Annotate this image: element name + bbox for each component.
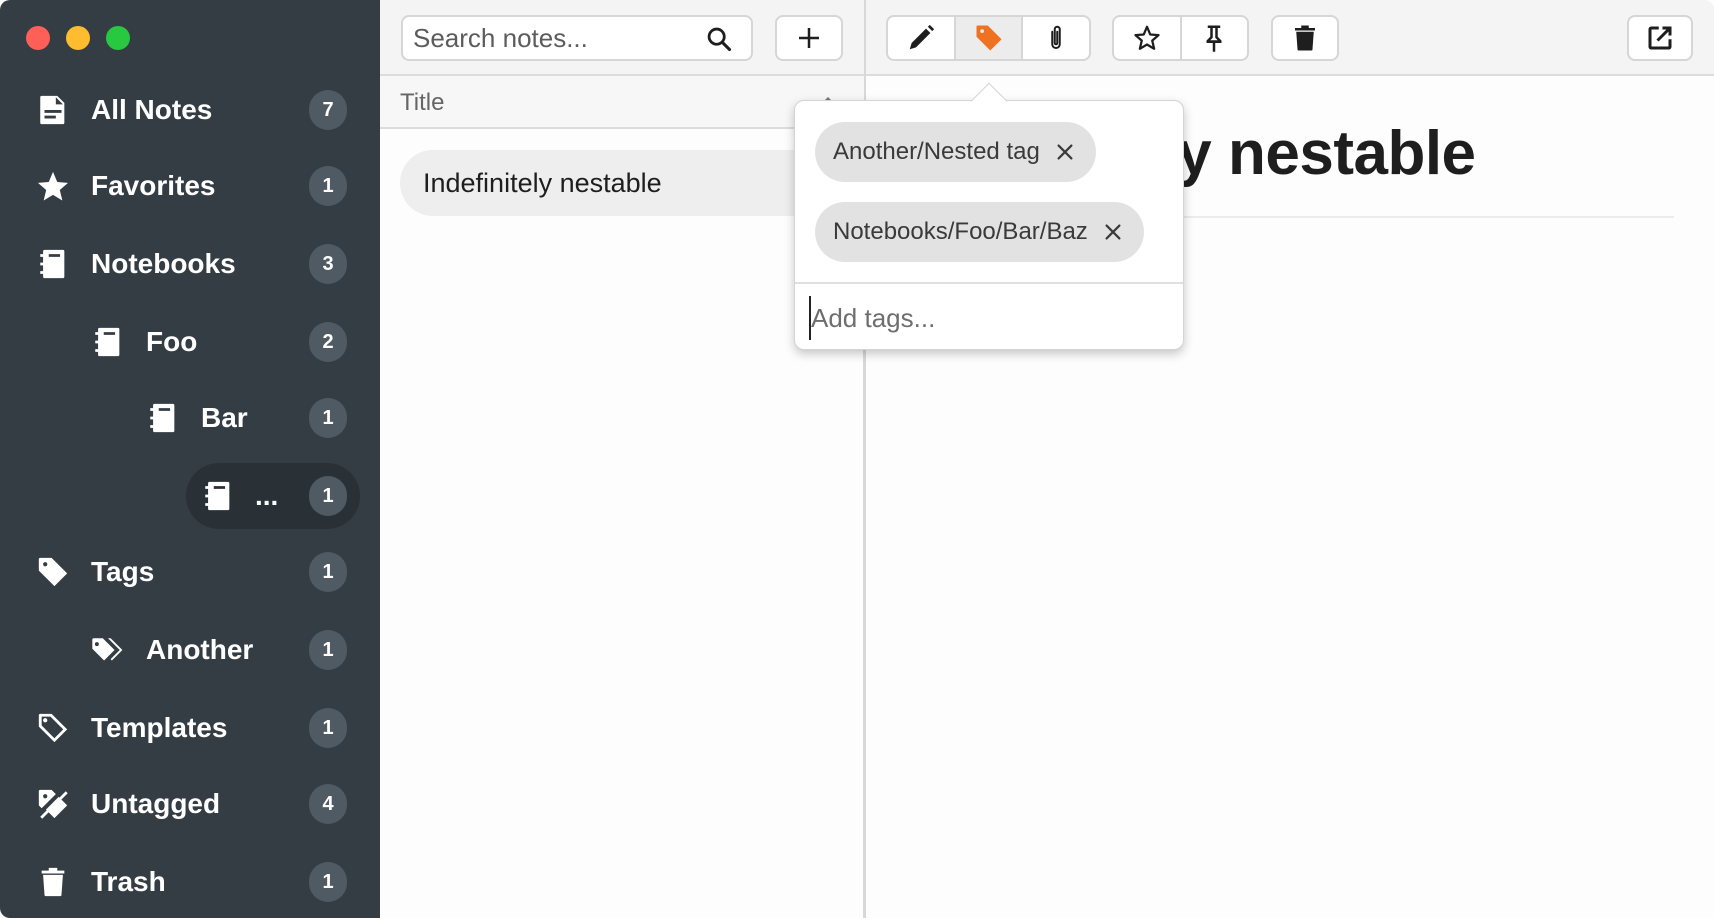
note-list-item[interactable]: Indefinitely nestable (400, 150, 860, 216)
sidebar-item-templates[interactable]: Templates 1 (0, 695, 380, 761)
pin-button[interactable] (1182, 17, 1247, 59)
count-badge: 1 (309, 166, 347, 206)
window-maximize-button[interactable] (106, 26, 130, 50)
sidebar-item-bar[interactable]: Bar 1 (0, 385, 380, 451)
sidebar-item-all-notes[interactable]: All Notes 7 (0, 77, 380, 143)
tags-icon (90, 632, 126, 668)
trash-button[interactable] (1271, 15, 1339, 61)
title-column-header[interactable]: Title (380, 76, 864, 129)
star-icon (35, 168, 71, 204)
tag-chip-label: Another/Nested tag (833, 138, 1040, 165)
trash-icon (1295, 25, 1315, 51)
edit-button[interactable] (888, 17, 956, 59)
sidebar-item-label: ... (255, 480, 279, 511)
sidebar-item-label: Untagged (91, 788, 221, 819)
tag-chip[interactable]: Another/Nested tag (815, 122, 1096, 182)
search-input[interactable] (403, 22, 693, 54)
external-link-icon (1648, 26, 1672, 50)
remove-tag-icon[interactable] (1102, 221, 1124, 243)
notebook-icon (145, 400, 181, 436)
sidebar-item-tags[interactable]: Tags 1 (0, 539, 380, 605)
count-badge: 1 (309, 708, 347, 748)
notebook-icon (35, 246, 71, 282)
count-badge: 4 (309, 784, 347, 824)
window-minimize-button[interactable] (66, 26, 90, 50)
sidebar-item-label: Tags (91, 556, 155, 587)
tag-outline-icon (35, 710, 71, 746)
add-tags-input[interactable] (809, 296, 1169, 340)
sidebar-item-label: Foo (146, 326, 198, 357)
sidebar-item-label: Favorites (91, 170, 216, 201)
tag-chip-label: Notebooks/Foo/Bar/Baz (833, 218, 1088, 245)
new-note-button[interactable] (775, 15, 843, 61)
note-list-panel (380, 0, 865, 918)
sidebar-item-label: Another (146, 634, 254, 665)
pin-icon (1206, 25, 1222, 52)
count-badge: 2 (309, 322, 347, 362)
tags-popover: Another/Nested tag Notebooks/Foo/Bar/Baz (794, 82, 1184, 350)
tag-chip[interactable]: Notebooks/Foo/Bar/Baz (815, 202, 1144, 262)
count-badge: 1 (309, 398, 347, 438)
count-badge: 3 (309, 244, 347, 284)
tag-icon (976, 25, 1001, 51)
paperclip-icon (1051, 25, 1061, 49)
tag-icon (35, 554, 71, 590)
sidebar-item-trash[interactable]: Trash 1 (0, 849, 380, 915)
remove-tag-icon[interactable] (1054, 141, 1076, 163)
count-badge: 1 (309, 476, 347, 516)
plus-icon (799, 28, 819, 48)
search-icon[interactable] (705, 25, 733, 53)
sidebar-item-another[interactable]: Another 1 (0, 617, 380, 683)
sidebar-item-label: Templates (91, 712, 228, 743)
count-badge: 1 (309, 862, 347, 902)
note-title: Indefinitely nestable (423, 167, 662, 198)
edit-tools-group (886, 15, 1091, 61)
sidebar-item-label: Trash (91, 866, 166, 897)
tag-slash-icon (35, 786, 71, 822)
attachments-button[interactable] (1023, 17, 1089, 59)
sidebar-item-baz[interactable]: ... 1 (0, 463, 380, 529)
sidebar-item-notebooks[interactable]: Notebooks 3 (0, 231, 380, 297)
sidebar-item-label: All Notes (91, 94, 213, 125)
trash-icon (35, 864, 71, 900)
count-badge: 7 (309, 90, 347, 130)
window-close-button[interactable] (26, 26, 50, 50)
favorite-button[interactable] (1114, 17, 1182, 59)
sidebar: All Notes 7 Favorites 1 Notebooks 3 Foo … (0, 0, 380, 918)
search-box[interactable] (401, 15, 753, 61)
tags-button[interactable] (955, 17, 1024, 59)
popover-arrow (970, 82, 1008, 120)
count-badge: 1 (309, 630, 347, 670)
sidebar-item-foo[interactable]: Foo 2 (0, 309, 380, 375)
notebook-icon (90, 324, 126, 360)
star-outline-icon (1134, 25, 1160, 50)
notebook-icon (200, 478, 236, 514)
pencil-icon (909, 24, 934, 50)
sidebar-item-label: Notebooks (91, 248, 236, 279)
count-badge: 1 (309, 552, 347, 592)
sidebar-item-favorites[interactable]: Favorites 1 (0, 153, 380, 219)
sidebar-item-label: Bar (201, 402, 248, 433)
sidebar-item-untagged[interactable]: Untagged 4 (0, 771, 380, 837)
column-header-title: Title (400, 89, 445, 116)
note-icon (35, 92, 71, 128)
note-state-group (1112, 15, 1249, 61)
open-external-button[interactable] (1627, 15, 1693, 61)
popover-divider (795, 282, 1183, 284)
